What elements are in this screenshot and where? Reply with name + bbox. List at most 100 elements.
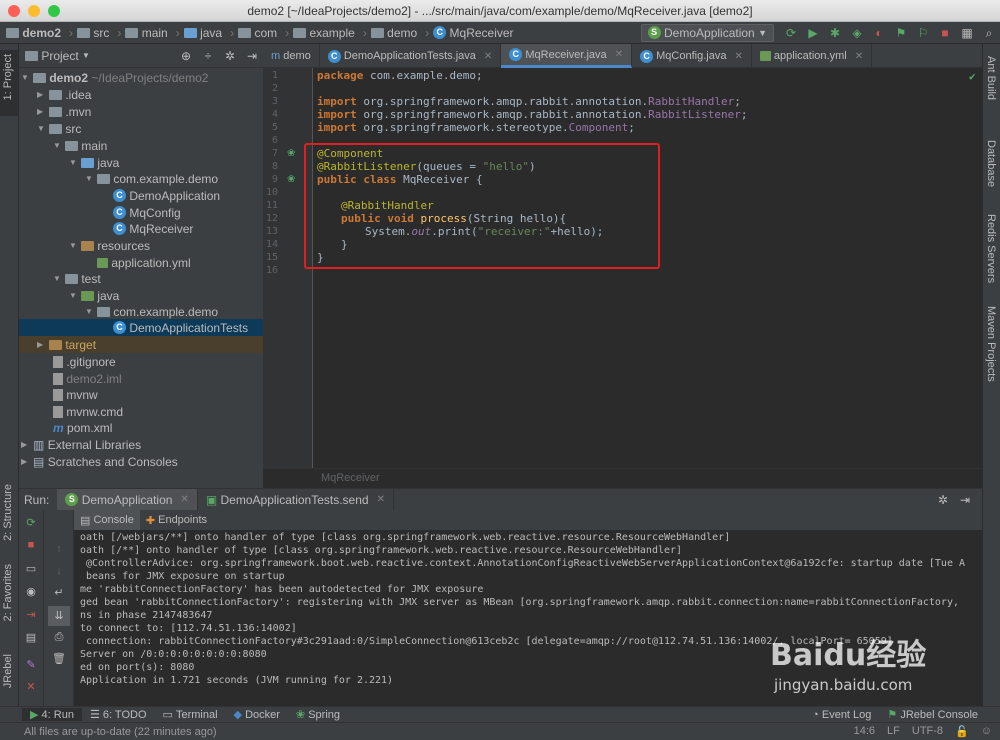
tab-terminal[interactable]: ▭ Terminal	[155, 708, 226, 722]
soft-wrap-icon[interactable]: ↵	[52, 586, 66, 600]
tree-item-application-yml[interactable]: application.yml	[97, 254, 191, 271]
settings-gear-icon[interactable]: ✲	[935, 493, 951, 507]
tab-mqconfig[interactable]: C MqConfig.java ✕	[632, 44, 752, 68]
run-icon[interactable]: ▶	[805, 26, 821, 40]
profile-icon[interactable]: ◐	[871, 26, 887, 40]
tab-docker[interactable]: ◆ Docker	[226, 708, 288, 722]
breadcrumb-item[interactable]: main	[125, 26, 168, 40]
tree-item-scratches[interactable]: ▶ ▤ Scratches and Consoles	[21, 453, 178, 470]
tree-item-resources[interactable]: ▼ resources	[69, 237, 150, 254]
breadcrumb-item[interactable]: demo	[370, 26, 417, 40]
tree-item-test-package[interactable]: ▼ com.example.demo	[85, 303, 218, 320]
close-icon[interactable]: ✕	[377, 494, 385, 505]
tab-application-yml[interactable]: application.yml ✕	[752, 44, 873, 68]
collapse-all-icon[interactable]: ÷	[200, 49, 216, 63]
tree-item-gitignore[interactable]: .gitignore	[53, 353, 116, 370]
rerun-icon[interactable]: ⟳	[24, 516, 38, 530]
coverage-icon[interactable]: ◈	[849, 26, 865, 40]
tab-spring[interactable]: ❀ Spring	[288, 708, 348, 722]
jrebel-run-icon[interactable]: ⚑	[893, 26, 909, 40]
tab-demoapplicationtests[interactable]: C DemoApplicationTests.java ✕	[320, 44, 502, 68]
project-view-select[interactable]: Project	[41, 49, 78, 63]
breadcrumb-item[interactable]: C MqReceiver	[433, 26, 514, 40]
tab-todo[interactable]: ☰ 6: TODO	[82, 708, 155, 722]
breadcrumb-item[interactable]: demo2	[6, 26, 61, 40]
scroll-to-end-icon[interactable]: ⇊	[48, 606, 70, 626]
tree-item-mvn[interactable]: ▶ .mvn	[37, 103, 91, 120]
tab-mqreceiver[interactable]: C MqReceiver.java ✕	[501, 44, 633, 68]
camera-icon[interactable]: ◉	[24, 585, 38, 599]
hide-panel-icon[interactable]: ⇥	[244, 49, 260, 63]
exit-icon[interactable]: ⇥	[24, 608, 38, 622]
project-structure-icon[interactable]: ▦	[959, 26, 975, 40]
redis-servers-tool-tab[interactable]: Redis Servers	[985, 214, 997, 283]
tree-item-main[interactable]: ▼ main	[53, 137, 107, 154]
close-icon[interactable]: ✕	[484, 51, 492, 62]
line-separator[interactable]: LF	[887, 725, 900, 738]
tree-item-test-java[interactable]: ▼ java	[69, 287, 119, 304]
close-icon[interactable]: ✕	[24, 680, 38, 694]
tab-endpoints[interactable]: ✚ Endpoints	[140, 510, 213, 530]
breadcrumb-item[interactable]: example	[293, 26, 355, 40]
layout-icon[interactable]: ▤	[24, 631, 38, 645]
tree-item-external-libraries[interactable]: ▶ ▥ External Libraries	[21, 436, 141, 453]
tab-demo[interactable]: m demo	[263, 44, 320, 68]
tree-item-mvnw[interactable]: mvnw	[53, 386, 98, 403]
pin-icon[interactable]: ✎	[24, 658, 38, 672]
clear-all-icon[interactable]: 🗑	[52, 652, 66, 666]
tree-item-main-package[interactable]: ▼ com.example.demo	[85, 170, 218, 187]
stop-icon[interactable]: ■	[937, 26, 953, 40]
debug-icon[interactable]: ✱	[827, 26, 843, 40]
run-configuration-select[interactable]: S DemoApplication ▼	[640, 23, 774, 42]
spring-bean-icon[interactable]: ❀	[287, 174, 295, 185]
restore-layout-icon[interactable]: ▭	[24, 562, 38, 576]
tree-item-pom-xml[interactable]: m pom.xml	[53, 419, 112, 436]
tree-item-idea[interactable]: ▶ .idea	[37, 86, 91, 103]
close-icon[interactable]: ✕	[615, 49, 623, 60]
hide-panel-icon[interactable]: ⇥	[957, 493, 973, 507]
database-tool-tab[interactable]: Database	[985, 140, 997, 187]
tab-event-log[interactable]: ◔ Event Log	[804, 709, 879, 721]
breadcrumb-item[interactable]: java	[183, 26, 222, 40]
maven-projects-tool-tab[interactable]: Maven Projects	[985, 306, 997, 382]
file-encoding[interactable]: UTF-8	[912, 725, 943, 738]
tree-item-demo2-iml[interactable]: demo2.iml	[53, 370, 122, 387]
spring-bean-icon[interactable]: ❀	[287, 148, 295, 159]
stop-icon[interactable]: ■	[24, 538, 38, 552]
tree-item-target[interactable]: ▶ target	[19, 336, 263, 353]
tab-console[interactable]: ▤ Console	[74, 510, 140, 530]
print-icon[interactable]: ⎙	[52, 630, 66, 644]
close-icon[interactable]: ✕	[855, 51, 863, 62]
jrebel-tool-tab[interactable]: JRebel	[2, 654, 14, 688]
tree-item-test[interactable]: ▼ test	[53, 270, 101, 287]
tree-item-mqreceiver[interactable]: C MqReceiver	[113, 220, 193, 237]
breadcrumb-item[interactable]: com	[238, 26, 277, 40]
tree-item-demo2[interactable]: ▼ demo2 ~/IdeaProjects/demo2	[21, 69, 208, 86]
search-icon[interactable]: ⌕	[981, 26, 997, 40]
up-arrow-icon[interactable]: ↑	[52, 542, 66, 556]
rebuild-icon[interactable]: ⟳	[783, 26, 799, 40]
project-tool-tab[interactable]: 1: Project	[2, 54, 14, 100]
structure-tool-tab[interactable]: 2: Structure	[2, 484, 14, 541]
close-icon[interactable]: ✕	[180, 494, 188, 505]
ant-build-tool-tab[interactable]: Ant Build	[985, 56, 997, 100]
inspector-icon[interactable]: ☺	[981, 725, 992, 738]
tree-item-main-java[interactable]: ▼ java	[69, 154, 119, 171]
chevron-down-icon[interactable]: ▼	[82, 51, 90, 60]
tree-item-demoapplicationtests[interactable]: C DemoApplicationTests	[19, 319, 263, 336]
run-tab-demoapplication[interactable]: S DemoApplication ✕	[57, 488, 198, 511]
run-tab-tests-send[interactable]: ▣ DemoApplicationTests.send ✕	[198, 488, 394, 511]
favorites-tool-tab[interactable]: 2: Favorites	[2, 564, 14, 621]
settings-gear-icon[interactable]: ✲	[222, 49, 238, 63]
jrebel-debug-icon[interactable]: ⚐	[915, 26, 931, 40]
scroll-from-source-icon[interactable]: ⊕	[178, 49, 194, 63]
tab-jrebel-console[interactable]: ⚑ JRebel Console	[879, 708, 986, 722]
lock-icon[interactable]: 🔓	[955, 725, 969, 738]
close-icon[interactable]: ✕	[734, 51, 742, 62]
tree-item-mvnw-cmd[interactable]: mvnw.cmd	[53, 403, 123, 420]
breadcrumb-item[interactable]: src	[77, 26, 109, 40]
caret-position[interactable]: 14:6	[854, 725, 875, 738]
down-arrow-icon[interactable]: ↓	[52, 564, 66, 578]
tree-item-mqconfig[interactable]: C MqConfig	[113, 204, 181, 221]
tree-item-demoapplication[interactable]: C DemoApplication	[113, 187, 220, 204]
